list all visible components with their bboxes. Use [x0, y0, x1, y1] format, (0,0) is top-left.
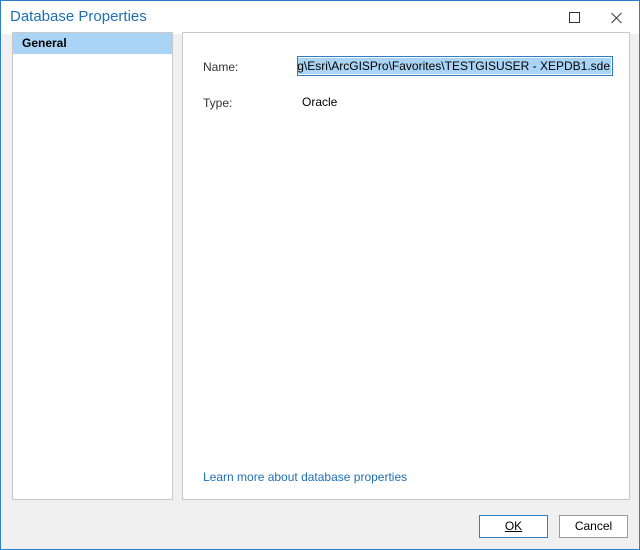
close-button[interactable]	[595, 1, 639, 34]
navigation-list: General	[12, 32, 173, 500]
close-icon	[611, 12, 623, 24]
name-field-value: aming\Esri\ArcGISPro\Favorites\TESTGISUS…	[298, 58, 611, 74]
general-panel: Name: aming\Esri\ArcGISPro\Favorites\TES…	[182, 32, 630, 500]
learn-more-link[interactable]: Learn more about database properties	[203, 470, 407, 484]
type-value: Oracle	[302, 95, 338, 109]
name-field[interactable]: aming\Esri\ArcGISPro\Favorites\TESTGISUS…	[297, 56, 613, 76]
cancel-button[interactable]: Cancel	[559, 515, 628, 538]
ok-button[interactable]: OK	[479, 515, 548, 538]
maximize-icon	[568, 12, 580, 23]
name-label: Name:	[203, 60, 239, 74]
nav-item-general[interactable]: General	[13, 33, 172, 54]
ok-button-label: OK	[504, 519, 523, 533]
dialog-title: Database Properties	[10, 8, 147, 25]
type-label: Type:	[203, 96, 233, 110]
database-properties-dialog: Database Properties General Name: aming\…	[0, 0, 640, 550]
maximize-button[interactable]	[552, 1, 596, 34]
title-bar: Database Properties	[1, 1, 639, 34]
